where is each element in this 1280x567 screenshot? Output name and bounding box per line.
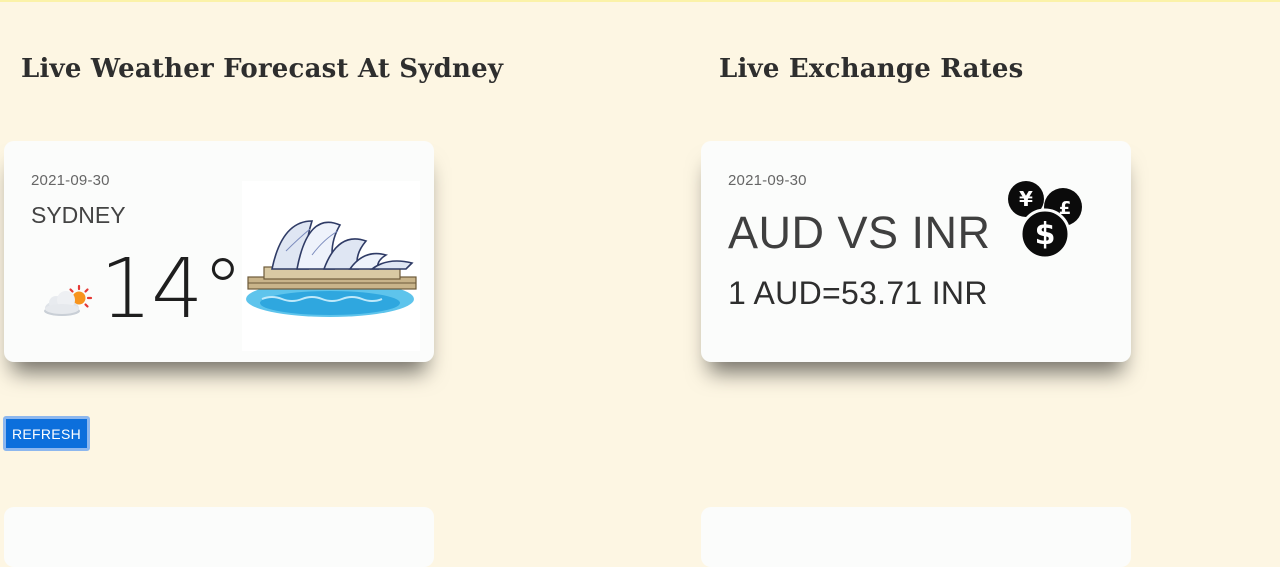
currency-pair: AUD VS INR [728, 207, 991, 258]
weather-card: 2021-09-30 SYDNEY 14° [4, 141, 434, 362]
weather-heading: Live Weather Forecast At Sydney [21, 54, 504, 84]
exchange-rate-card: 2021-09-30 AUD VS INR 1 AUD=53.71 INR ¥ … [701, 141, 1131, 362]
svg-text:£: £ [1059, 198, 1072, 219]
exchange-rate-value: 1 AUD=53.71 INR [728, 275, 988, 311]
rates-heading: Live Exchange Rates [719, 54, 1024, 84]
refresh-button[interactable]: REFRESH [3, 416, 90, 451]
svg-text:$: $ [1035, 217, 1056, 252]
rates-date: 2021-09-30 [728, 172, 807, 189]
temperature: 14° [100, 242, 243, 337]
sydney-opera-house-icon [242, 181, 420, 351]
weather-card-lower [4, 507, 434, 567]
weather-date: 2021-09-30 [31, 172, 110, 189]
rates-card-lower [701, 507, 1131, 567]
city-name: SYDNEY [31, 202, 126, 228]
svg-text:¥: ¥ [1019, 187, 1033, 211]
currency-coins-icon: ¥ £ $ [1008, 181, 1082, 259]
top-border [0, 0, 1280, 2]
partly-cloudy-icon [44, 284, 93, 316]
